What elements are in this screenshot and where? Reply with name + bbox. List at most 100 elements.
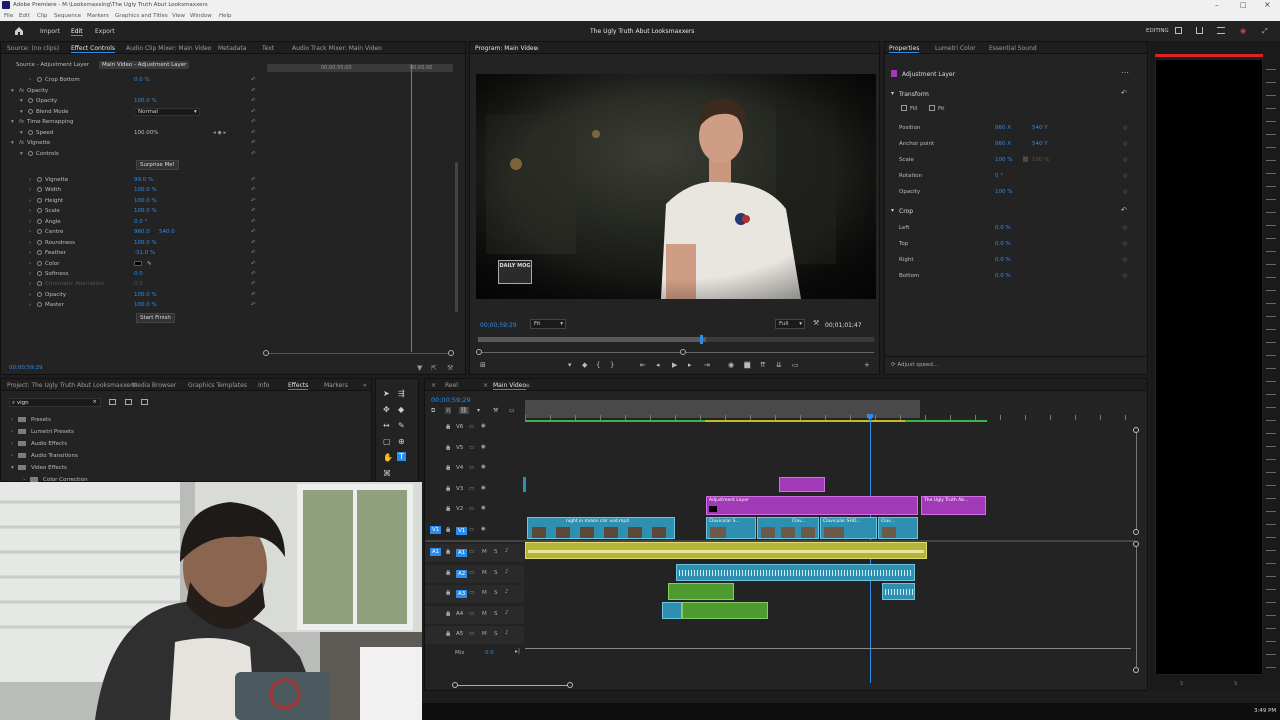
timeline-vscroll-audio[interactable] — [1136, 545, 1137, 671]
track-lock-icon[interactable]: 🔒 — [445, 486, 451, 492]
program-zoom-left[interactable] — [476, 349, 482, 355]
ec-playhead[interactable] — [411, 64, 412, 352]
effect-row-value[interactable]: 0.0 % — [134, 77, 150, 83]
ec-zoom-slider[interactable] — [266, 353, 454, 354]
mix-value[interactable]: 0.0 — [485, 650, 494, 656]
track-header[interactable]: 🔒 V1 V1 ▭ ◉ — [425, 522, 525, 540]
effect-row-value[interactable]: 0.0 ° — [134, 219, 147, 225]
expand-chevron-icon[interactable]: ▾ — [11, 119, 14, 125]
sync-lock-icon[interactable]: ▭ — [469, 549, 474, 555]
fit-label[interactable]: Fit — [938, 106, 944, 112]
close-reel-icon[interactable]: × — [431, 382, 436, 389]
expand-chevron-icon[interactable]: ▾ — [20, 98, 23, 104]
captions-icon[interactable]: ▭ — [509, 407, 515, 414]
step-back-icon[interactable]: ◂ — [656, 361, 660, 369]
workspace-label[interactable]: EDITING — [1146, 28, 1169, 34]
track-name[interactable]: A5 — [456, 631, 463, 637]
reset-parameter-icon[interactable]: ↶ — [251, 250, 256, 256]
track-name[interactable]: V1 — [456, 527, 468, 535]
workspaces-icon[interactable] — [1175, 27, 1182, 34]
sync-lock-icon[interactable]: ▭ — [469, 570, 474, 576]
reset-parameter-icon[interactable]: ↶ — [251, 302, 256, 308]
tab-markers[interactable]: Markers — [324, 382, 348, 389]
program-zoom-bar[interactable] — [478, 352, 874, 353]
tab-properties[interactable]: Properties — [889, 45, 920, 53]
zoom-fit-dropdown[interactable]: Fit ▾ — [530, 319, 566, 329]
reset-parameter-icon[interactable]: ↶ — [251, 240, 256, 246]
vscroll-handle-2[interactable] — [1133, 529, 1139, 535]
track-name[interactable]: V3 — [456, 486, 463, 492]
32bit-effects-icon[interactable] — [125, 399, 132, 405]
clip-audio-a4-green[interactable] — [682, 602, 768, 619]
effect-row[interactable]: ▾ Blend Mode Normal ▾ ↶ — [1, 107, 263, 117]
expand-chevron-icon[interactable]: › — [29, 250, 31, 256]
expand-chevron-icon[interactable]: › — [29, 177, 31, 183]
mute-button[interactable]: M — [482, 631, 487, 637]
clip-audio-a1[interactable] — [525, 542, 927, 559]
transform-chevron-icon[interactable]: ▾ — [891, 90, 894, 97]
timeline-vscroll-video[interactable] — [1136, 427, 1137, 533]
stopwatch-icon[interactable] — [37, 177, 42, 182]
effect-row[interactable]: › Color ✎ ↶ — [1, 259, 263, 269]
tab-main-video[interactable]: Main Video — [493, 382, 527, 390]
fill-label[interactable]: Fill — [910, 106, 917, 112]
stopwatch-icon[interactable] — [37, 250, 42, 255]
stopwatch-icon[interactable] — [37, 229, 42, 234]
clip-clav-end[interactable]: Clav... — [878, 517, 918, 539]
go-to-in-icon[interactable]: ⇤ — [640, 361, 646, 369]
menu-file[interactable]: File — [4, 13, 13, 19]
tab-effects[interactable]: Effects — [288, 382, 309, 390]
stopwatch-icon[interactable] — [28, 130, 33, 135]
stopwatch-icon[interactable] — [37, 281, 42, 286]
clip-audio-a3-green[interactable] — [668, 583, 734, 600]
sync-lock-icon[interactable]: ▭ — [469, 527, 474, 533]
reset-parameter-icon[interactable]: ↶ — [251, 187, 256, 193]
keyframe-toggle-icon[interactable]: ◇ — [1123, 225, 1127, 231]
effect-row[interactable]: › Vignette 99.0 % ↶ — [1, 175, 263, 185]
keyframe-toggle-icon[interactable]: ◇ — [1123, 241, 1127, 247]
crop-value[interactable]: 0.0 % — [995, 257, 1011, 263]
layer-more-icon[interactable]: ⋯ — [1121, 68, 1129, 77]
track-lock-icon[interactable]: 🔒 — [445, 424, 451, 430]
reset-parameter-icon[interactable]: ↶ — [251, 292, 256, 298]
reset-parameter-icon[interactable]: ↶ — [251, 261, 256, 267]
effect-row[interactable]: ▾ fx Time Remapping ↶ — [1, 117, 263, 127]
property-value[interactable]: 960 X — [995, 141, 1011, 147]
effect-row[interactable]: ▾ Speed 100.00% ◂ ◆ ▸ ↶ — [1, 128, 263, 138]
track-name[interactable]: V4 — [456, 465, 463, 471]
reset-parameter-icon[interactable]: ↶ — [251, 177, 256, 183]
track-header[interactable]: 🔒 A2 ▭ M S ♪ — [425, 565, 524, 583]
effect-row-value-2[interactable]: 540.0 — [159, 229, 175, 235]
track-header[interactable]: 🔒 V2 ▭ ◉ — [425, 501, 525, 519]
expand-chevron-icon[interactable]: › — [29, 292, 31, 298]
effects-tree-item[interactable]: ▾ Video Effects — [1, 463, 361, 473]
tree-chevron-icon[interactable]: ▾ — [11, 465, 14, 471]
track-header[interactable]: 🔒 V5 ▭ ◉ — [425, 440, 525, 458]
dropdown-chevron-icon[interactable]: ▾ — [194, 109, 197, 115]
effect-row-value[interactable]: 0.0 — [134, 271, 143, 277]
reset-parameter-icon[interactable]: ↶ — [251, 77, 256, 83]
track-name[interactable]: V6 — [456, 424, 463, 430]
timeline-menu-icon[interactable]: ≡ — [525, 382, 530, 389]
mute-button[interactable]: M — [482, 611, 487, 617]
effect-row-value[interactable]: 100.0 % — [134, 187, 157, 193]
clip-ugly-truth-title[interactable]: The Ugly Truth Ab... — [921, 496, 986, 515]
quick-export-icon[interactable] — [1196, 27, 1203, 34]
effect-row[interactable]: › Crop Bottom 0.0 % ↶ — [1, 75, 263, 85]
effect-row-value[interactable]: 100.0 % — [134, 208, 157, 214]
lift-icon[interactable]: ⇈ — [760, 361, 766, 369]
timeline-hscroll[interactable] — [455, 685, 570, 686]
tab-info[interactable]: Info — [258, 382, 269, 389]
fx-badge-icon[interactable]: fx — [19, 140, 24, 146]
reset-parameter-icon[interactable]: ↶ — [251, 219, 256, 225]
sync-lock-icon[interactable]: ▭ — [469, 590, 474, 596]
tree-chevron-icon[interactable]: › — [11, 453, 13, 459]
clear-search-icon[interactable]: × — [92, 399, 97, 405]
property-value[interactable]: 960 X — [995, 125, 1011, 131]
track-name[interactable]: A3 — [456, 590, 468, 598]
wrench-icon[interactable]: ⚒ — [447, 364, 453, 372]
property-row[interactable]: Rotation 0 ° ◇ — [885, 171, 1147, 181]
effect-row[interactable]: › Chromatic Aberration 0.0 ↶ — [1, 279, 263, 289]
effect-row[interactable]: Start Finish — [1, 313, 263, 323]
menu-help[interactable]: Help — [219, 13, 232, 19]
